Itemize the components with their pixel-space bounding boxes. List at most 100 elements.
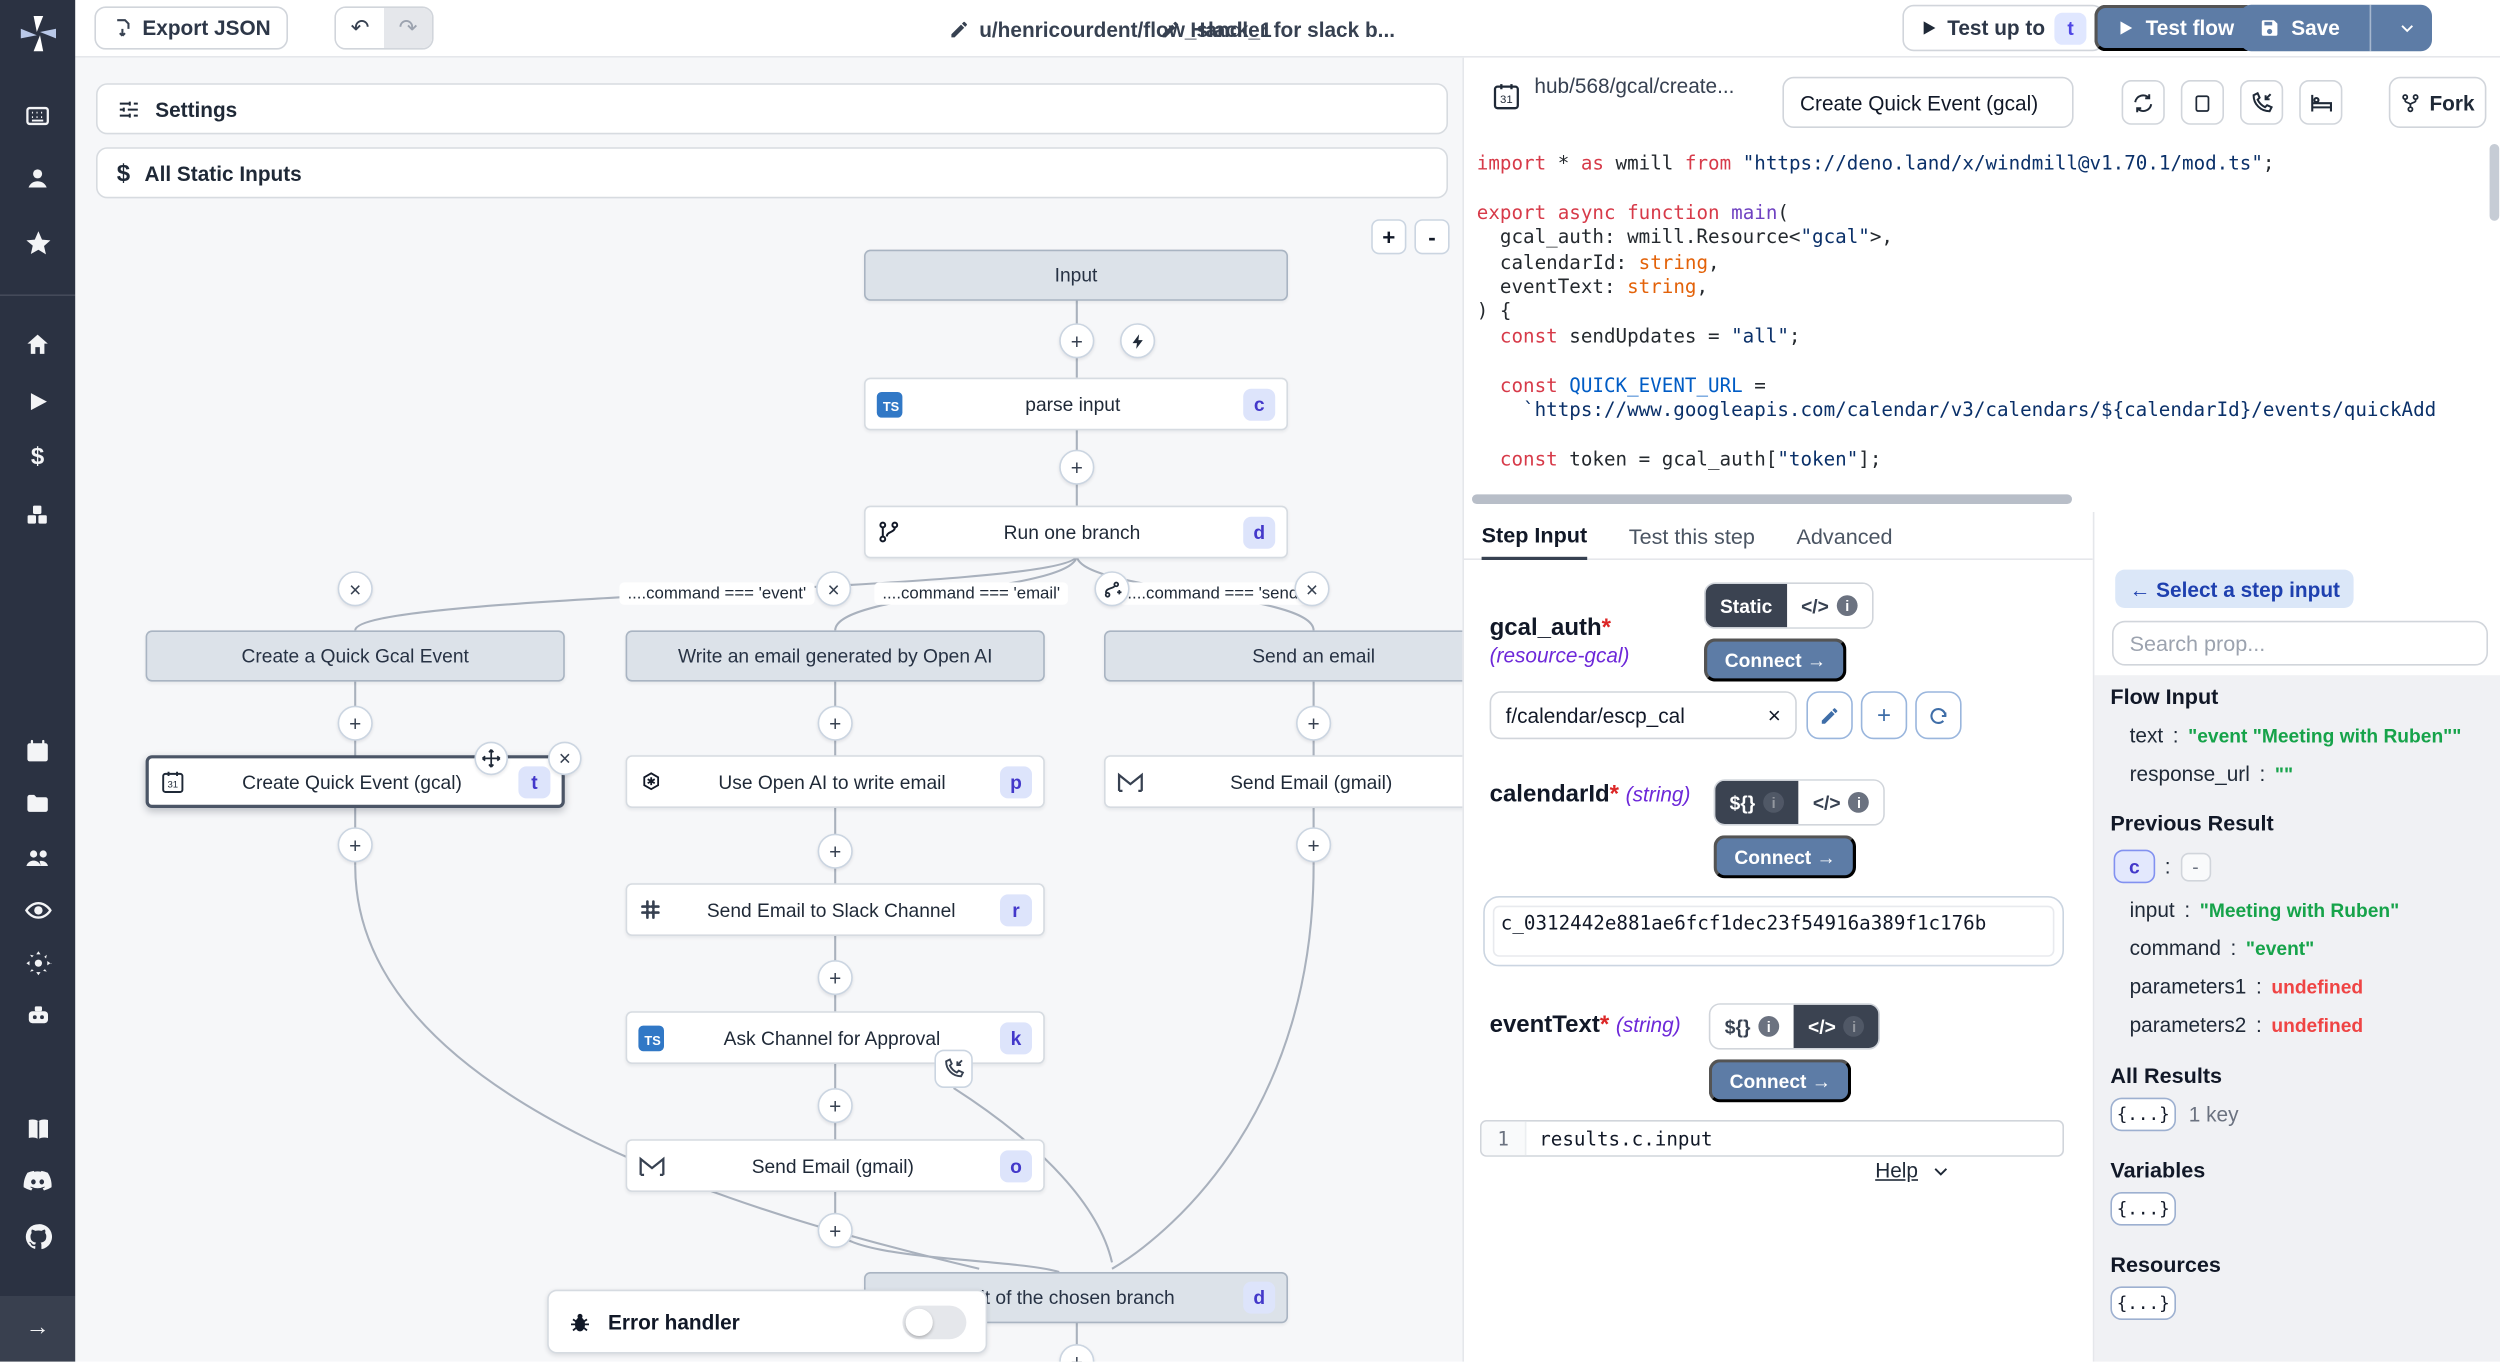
chevron-down-icon[interactable] (1931, 1161, 1950, 1180)
previous-step-badge[interactable]: c (2114, 850, 2156, 884)
add-resource-button[interactable]: + (1861, 691, 1907, 739)
prop-row[interactable]: input:"Meeting with Ruben" (2130, 898, 2487, 922)
code-editor[interactable]: import * as wmill from "https://deno.lan… (1464, 144, 2488, 499)
prop-row[interactable]: command:"event" (2130, 936, 2487, 960)
discord-icon[interactable] (0, 1170, 75, 1194)
insert-step-button[interactable]: + (338, 827, 373, 862)
insert-step-button[interactable]: + (818, 706, 853, 741)
collapse-button[interactable]: - (2180, 852, 2210, 881)
edit-resource-button[interactable] (1806, 691, 1852, 739)
flow-node-run-one-branch[interactable]: Run one branch d (864, 506, 1288, 559)
add-branch-button[interactable] (1094, 571, 1129, 606)
clear-resource-icon[interactable]: × (1768, 702, 1781, 728)
mode-static[interactable]: Static (1706, 584, 1787, 627)
groups-icon[interactable] (0, 843, 75, 872)
trigger-button[interactable] (1120, 323, 1155, 358)
eventtext-connect-button[interactable]: Connect → (1709, 1059, 1852, 1102)
error-handler-toggle[interactable] (902, 1305, 966, 1339)
branch-header-gcal[interactable]: Create a Quick Gcal Event (146, 630, 565, 681)
test-up-to-button[interactable]: Test up to t (1902, 5, 2104, 51)
insert-step-button[interactable]: + (1059, 323, 1094, 358)
flow-node-slack-channel[interactable]: Send Email to Slack Channel r (626, 883, 1045, 936)
branch-condition-email[interactable]: ....command === 'email' (874, 582, 1068, 604)
insert-step-button[interactable]: + (1296, 706, 1331, 741)
undo-button[interactable]: ↶ (336, 8, 384, 48)
code-vertical-scrollbar[interactable] (2490, 144, 2500, 221)
insert-step-button[interactable]: + (818, 834, 853, 869)
github-icon[interactable] (0, 1222, 75, 1251)
test-flow-button[interactable]: Test flow (2094, 5, 2256, 51)
delete-step-button[interactable]: × (548, 742, 582, 776)
prop-row[interactable]: text:"event "Meeting with Ruben"" (2130, 723, 2487, 747)
schedules-icon[interactable] (0, 738, 75, 765)
step-name-input[interactable] (1782, 77, 2073, 128)
sleep-button[interactable] (2299, 80, 2342, 125)
flow-node-send-email-mid[interactable]: Send Email (gmail) o (626, 1139, 1045, 1192)
runs-icon[interactable] (0, 389, 75, 415)
settings-icon[interactable] (0, 949, 75, 978)
star-icon[interactable] (0, 229, 75, 258)
redo-button[interactable]: ↷ (384, 8, 432, 48)
docs-icon[interactable] (0, 1115, 75, 1144)
flow-canvas[interactable]: Settings $ All Static Inputs + - Input +… (75, 58, 1465, 1362)
calendarid-value-input[interactable]: c_0312442e881ae6fcf1dec23f54916a389f1c17… (1483, 896, 2064, 966)
prop-row[interactable]: response_url:"" (2130, 762, 2487, 786)
windmill-logo[interactable] (0, 13, 75, 55)
flow-node-ask-approval[interactable]: TS Ask Channel for Approval k (626, 1011, 1045, 1064)
flow-node-send-email-right[interactable]: Send Email (gmail) o (1104, 755, 1466, 808)
audit-logs-icon[interactable] (0, 896, 75, 925)
flow-summary[interactable]: Handler for slack b... (1160, 0, 1395, 58)
insert-step-button[interactable]: + (1296, 827, 1331, 862)
delete-branch-button[interactable]: × (816, 571, 851, 606)
prop-row[interactable]: parameters1:undefined (2130, 974, 2487, 998)
flow-node-openai-email[interactable]: Use Open AI to write email p (626, 755, 1045, 808)
flow-node-input[interactable]: Input (864, 250, 1288, 301)
mode-javascript[interactable]: </>i (1794, 1005, 1879, 1048)
insert-step-button[interactable]: + (818, 1213, 853, 1248)
fork-button[interactable]: Fork (2389, 77, 2487, 128)
mode-template[interactable]: ${}i (1710, 1005, 1793, 1048)
expand-object-button[interactable]: {...} (2110, 1286, 2176, 1320)
branch-header-send[interactable]: Send an email (1104, 630, 1466, 681)
hub-script-path[interactable]: hub/568/gcal/create... (1534, 74, 1734, 98)
mode-javascript[interactable]: </>i (1798, 781, 1883, 824)
calendarid-connect-button[interactable]: Connect → (1714, 835, 1857, 878)
select-step-input-button[interactable]: ← Select a step input (2115, 570, 2354, 608)
save-dropdown-button[interactable] (2383, 19, 2433, 37)
tab-step-input[interactable]: Step Input (1482, 512, 1588, 560)
tab-test-this-step[interactable]: Test this step (1629, 512, 1755, 560)
workers-icon[interactable] (0, 1002, 75, 1031)
insert-step-button[interactable]: + (818, 960, 853, 995)
save-button[interactable]: Save (2240, 16, 2359, 40)
prop-search-input[interactable] (2112, 621, 2488, 666)
eventtext-expression-input[interactable]: 1 results.c.input (1480, 1120, 2064, 1157)
code-horizontal-scrollbar[interactable] (1472, 494, 2072, 504)
expand-object-button[interactable]: {...} (2110, 1098, 2176, 1132)
workspace-icon[interactable] (0, 102, 75, 129)
insert-step-button[interactable]: + (338, 706, 373, 741)
expand-object-button[interactable]: {...} (2110, 1192, 2176, 1226)
delete-branch-button[interactable]: × (1294, 571, 1329, 606)
gcal-auth-connect-button[interactable]: Connect → (1704, 638, 1847, 681)
mode-javascript[interactable]: </>i (1787, 584, 1872, 627)
suspend-resume-indicator[interactable] (934, 1050, 972, 1088)
tab-advanced[interactable]: Advanced (1796, 512, 1892, 560)
home-icon[interactable] (0, 331, 75, 358)
expand-sidebar-icon[interactable]: → (0, 1314, 75, 1341)
branch-header-openai[interactable]: Write an email generated by Open AI (626, 630, 1045, 681)
prop-row[interactable]: parameters2:undefined (2130, 1013, 2487, 1037)
branch-condition-event[interactable]: ....command === 'event' (619, 582, 814, 604)
insert-step-button[interactable]: + (1059, 450, 1094, 485)
early-stop-button[interactable] (2181, 80, 2224, 125)
export-json-button[interactable]: Export JSON (94, 6, 288, 49)
retries-button[interactable] (2122, 80, 2165, 125)
gcal-auth-resource-input[interactable]: f/calendar/escp_cal × (1490, 691, 1797, 739)
folders-icon[interactable] (0, 790, 75, 817)
insert-step-button[interactable]: + (818, 1088, 853, 1123)
flow-node-parse-input[interactable]: TS parse input c (864, 378, 1288, 431)
branch-condition-send[interactable]: ....command === 'send' (1119, 582, 1309, 604)
refresh-resource-button[interactable] (1915, 691, 1961, 739)
resources-icon[interactable] (0, 501, 75, 530)
user-icon[interactable] (0, 165, 75, 192)
move-step-handle[interactable] (474, 742, 508, 776)
